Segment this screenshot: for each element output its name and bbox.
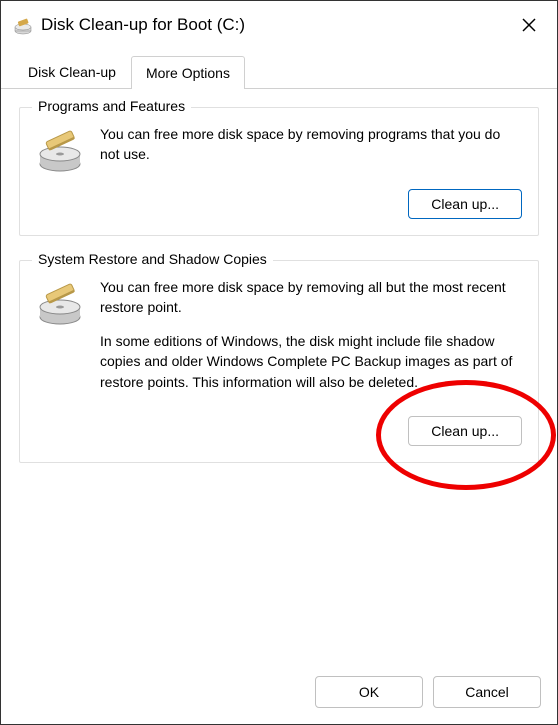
titlebar: Disk Clean-up for Boot (C:)	[1, 1, 557, 49]
window-title: Disk Clean-up for Boot (C:)	[41, 15, 245, 35]
dialog-footer: OK Cancel	[315, 676, 541, 708]
restore-cleanup-button[interactable]: Clean up...	[408, 416, 522, 446]
tabs-bar: Disk Clean-up More Options	[1, 55, 557, 89]
programs-features-text: You can free more disk space by removing…	[100, 124, 522, 165]
cancel-button[interactable]: Cancel	[433, 676, 541, 708]
system-restore-text2: In some editions of Windows, the disk mi…	[100, 331, 522, 392]
system-restore-title: System Restore and Shadow Copies	[32, 251, 273, 267]
disk-cleanup-icon	[13, 17, 33, 37]
programs-features-title: Programs and Features	[32, 98, 191, 114]
disk-cleanup-icon	[36, 128, 84, 176]
programs-features-group: Programs and Features You can free more …	[19, 107, 539, 236]
tab-disk-cleanup[interactable]: Disk Clean-up	[13, 55, 131, 88]
tab-more-options[interactable]: More Options	[131, 56, 245, 89]
disk-cleanup-icon	[36, 281, 84, 329]
ok-button[interactable]: OK	[315, 676, 423, 708]
system-restore-text1: You can free more disk space by removing…	[100, 277, 522, 318]
tab-content: Programs and Features You can free more …	[1, 89, 557, 505]
close-button[interactable]	[513, 9, 545, 41]
system-restore-group: System Restore and Shadow Copies You can…	[19, 260, 539, 463]
close-icon	[521, 17, 537, 33]
programs-cleanup-button[interactable]: Clean up...	[408, 189, 522, 219]
